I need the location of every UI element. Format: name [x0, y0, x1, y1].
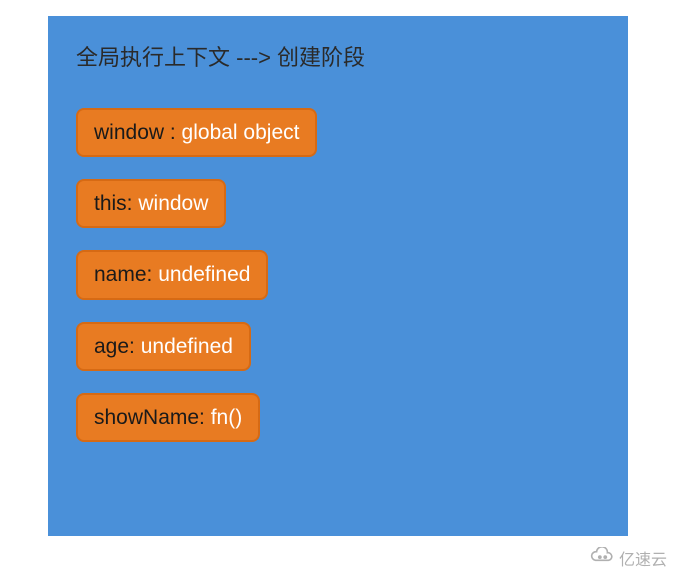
var-key: this: [94, 192, 138, 215]
cloud-icon [589, 547, 615, 570]
var-value: window [138, 192, 208, 215]
var-value: fn() [211, 406, 243, 429]
var-pill-name: name: undefined [76, 250, 268, 299]
var-value: undefined [141, 335, 233, 358]
watermark-text: 亿速云 [619, 546, 667, 570]
var-key: name: [94, 263, 158, 286]
var-value: global object [182, 121, 300, 144]
panel-title: 全局执行上下文 ---> 创建阶段 [76, 40, 600, 72]
var-value: undefined [158, 263, 250, 286]
var-pill-window: window : global object [76, 108, 317, 157]
context-panel: 全局执行上下文 ---> 创建阶段 window : global object… [48, 16, 628, 536]
var-pill-age: age: undefined [76, 322, 251, 371]
var-key: window : [94, 121, 182, 144]
var-key: age: [94, 335, 141, 358]
var-pill-showname: showName: fn() [76, 393, 260, 442]
var-pill-this: this: window [76, 179, 226, 228]
watermark: 亿速云 [589, 546, 667, 570]
var-key: showName: [94, 406, 211, 429]
